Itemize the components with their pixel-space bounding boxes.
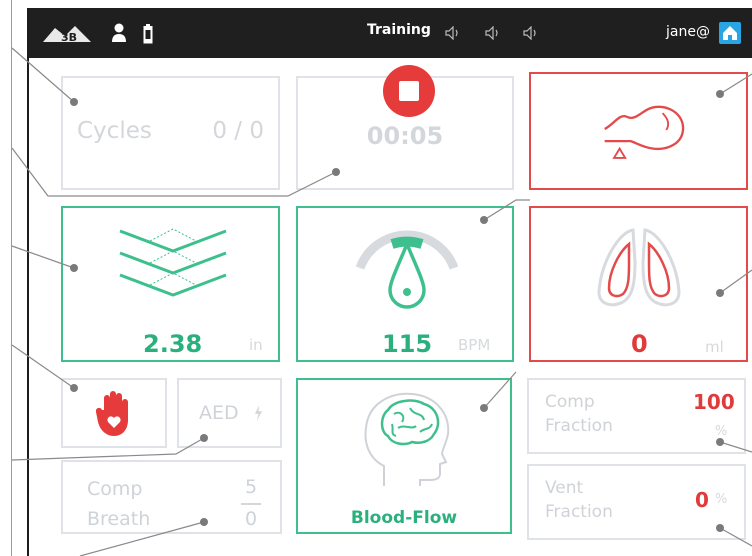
mode-label: Training bbox=[367, 22, 431, 38]
speaker-icon[interactable] bbox=[445, 26, 461, 40]
depth-unit: in bbox=[249, 336, 263, 354]
stop-button[interactable] bbox=[383, 65, 435, 117]
person-icon[interactable] bbox=[111, 22, 127, 44]
comp-fraction-card: Comp Fraction 100 % bbox=[527, 378, 746, 454]
callout-dot bbox=[480, 404, 488, 412]
user-name[interactable]: jane@ bbox=[666, 24, 710, 40]
speaker-icon[interactable] bbox=[523, 26, 539, 40]
cycles-label: Cycles bbox=[77, 118, 152, 144]
brain-head-icon bbox=[364, 392, 450, 486]
aed-card[interactable]: AED bbox=[177, 378, 282, 448]
vent-fraction-unit: % bbox=[715, 492, 728, 507]
hand-heart-icon bbox=[96, 391, 128, 436]
callout-dot bbox=[70, 98, 78, 106]
volume-card: 0 ml bbox=[529, 206, 748, 362]
comp-breath-label-1: Comp bbox=[87, 478, 143, 500]
battery-icon bbox=[143, 24, 153, 44]
callout-dot bbox=[200, 434, 208, 442]
vent-fraction-label-2: Fraction bbox=[545, 502, 613, 522]
airway-card[interactable] bbox=[529, 72, 748, 190]
home-icon bbox=[723, 26, 737, 40]
rate-gauge-icon bbox=[355, 230, 459, 309]
cycles-card: Cycles 0 / 0 bbox=[61, 76, 280, 190]
volume-unit: ml bbox=[705, 338, 724, 356]
rate-card: 115 BPM bbox=[296, 206, 514, 362]
callout-dot bbox=[332, 168, 340, 176]
vent-fraction-label-1: Vent bbox=[545, 478, 584, 498]
timer-value: 00:05 bbox=[366, 122, 444, 150]
comp-fraction-label-2: Fraction bbox=[545, 416, 613, 436]
speaker-icon[interactable] bbox=[485, 26, 501, 40]
rate-unit: BPM bbox=[458, 336, 491, 354]
callout-dot bbox=[480, 216, 488, 224]
blood-flow-label: Blood-Flow bbox=[350, 508, 458, 528]
callout-dot bbox=[716, 289, 724, 297]
callout-dot bbox=[716, 524, 724, 532]
compression-depth-icon bbox=[119, 228, 227, 297]
lungs-icon bbox=[597, 228, 681, 307]
stop-icon bbox=[399, 81, 419, 101]
annotation-rule bbox=[11, 0, 12, 556]
callout-dot bbox=[70, 384, 78, 392]
comp-fraction-unit: % bbox=[715, 424, 728, 439]
head-tilt-icon bbox=[604, 105, 685, 159]
volume-value: 0 bbox=[631, 330, 648, 358]
depth-value: 2.38 bbox=[143, 330, 203, 358]
ratio-divider bbox=[241, 503, 261, 505]
rate-value: 115 bbox=[382, 330, 433, 358]
comp-value: 5 bbox=[245, 476, 258, 498]
blood-flow-card[interactable]: Blood-Flow bbox=[296, 378, 512, 534]
depth-card: 2.38 in bbox=[61, 206, 280, 362]
comp-fraction-label-1: Comp bbox=[545, 392, 595, 412]
top-bar: 3B Training jane@ bbox=[29, 8, 752, 58]
callout-dot bbox=[716, 90, 724, 98]
callout-dot bbox=[70, 264, 78, 272]
cycles-value: 0 / 0 bbox=[212, 118, 264, 144]
lightning-icon bbox=[254, 405, 263, 421]
callout-dot bbox=[200, 518, 208, 526]
callout-dot bbox=[716, 438, 724, 446]
3b-logo-icon: 3B bbox=[43, 26, 91, 44]
comp-breath-label-2: Breath bbox=[87, 508, 151, 530]
svg-text:3B: 3B bbox=[61, 31, 77, 44]
breath-value: 0 bbox=[245, 508, 258, 530]
aed-label: AED bbox=[199, 402, 239, 424]
comp-breath-card: Comp Breath 5 0 bbox=[61, 460, 282, 534]
vent-fraction-value: 0 bbox=[695, 488, 709, 512]
vent-fraction-card: Vent Fraction 0 % bbox=[527, 464, 746, 540]
home-button[interactable] bbox=[719, 22, 741, 44]
comp-fraction-value: 100 bbox=[693, 390, 735, 414]
